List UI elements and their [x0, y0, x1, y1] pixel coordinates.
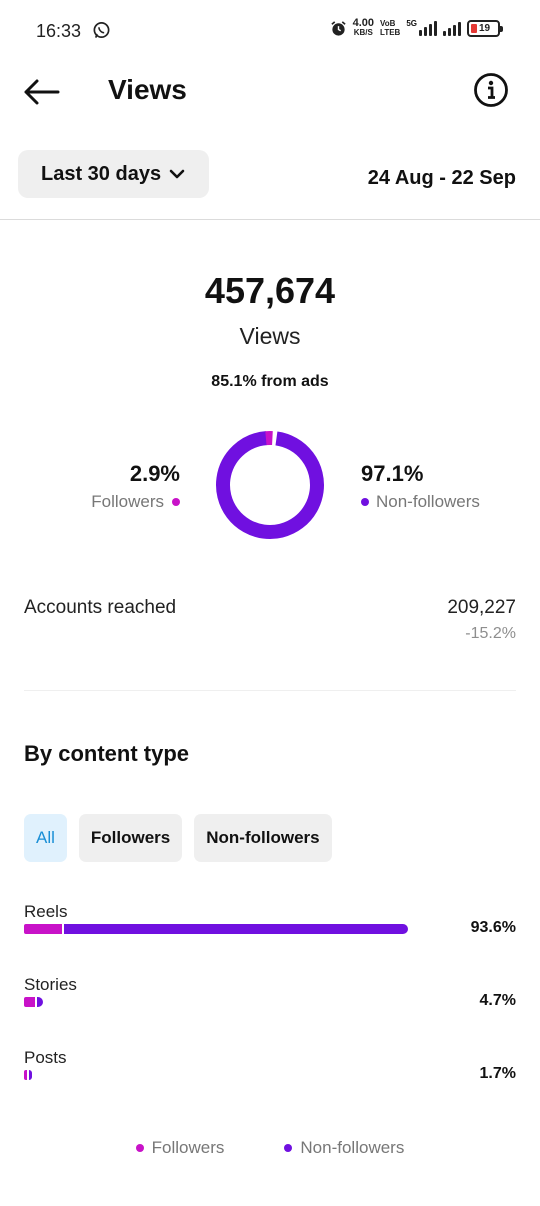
bar-followers-segment: [24, 1070, 27, 1080]
accounts-reached-value: 209,227: [447, 597, 516, 618]
status-time: 16:33: [36, 21, 82, 41]
divider: [0, 219, 540, 220]
content-row-percent: 4.7%: [479, 992, 516, 1009]
legend-label: Followers: [151, 1138, 225, 1157]
divider: [24, 690, 516, 691]
back-button[interactable]: [22, 74, 62, 110]
content-row-stories: Stories 4.7%: [24, 975, 516, 1025]
content-row-posts: Posts 1.7%: [24, 1048, 516, 1098]
donut-non-followers-arc: [216, 431, 324, 540]
content-row-label: Reels: [24, 902, 68, 921]
battery-fill: [471, 23, 477, 33]
chip-all[interactable]: All: [24, 814, 67, 862]
network-speed-value: 4.00: [352, 17, 375, 29]
chevron-down-icon: [169, 169, 185, 179]
signal-label: 5G: [406, 19, 417, 28]
accounts-reached-label: Accounts reached: [24, 597, 177, 618]
volte-indicator: VoB LTEB: [380, 19, 400, 37]
bar-non-followers-segment: [29, 1070, 32, 1080]
signal-icon: 5G: [406, 20, 437, 36]
whatsapp-icon: [93, 22, 110, 39]
ads-share: 85.1% from ads: [211, 373, 329, 390]
non-followers-legend: Non-followers: [361, 492, 480, 512]
status-bar: 16:33 4.00 KB/S VoB LTEB 5G 19: [0, 0, 540, 62]
legend-label: Non-followers: [300, 1138, 405, 1157]
network-speed-unit: KB/S: [353, 28, 373, 37]
network-speed: 4.00 KB/S: [352, 17, 375, 38]
views-label: Views: [239, 323, 301, 349]
accounts-reached-change: -15.2%: [465, 625, 516, 642]
bar-followers-segment: [24, 924, 63, 934]
chip-non-followers[interactable]: Non-followers: [194, 814, 332, 862]
date-range-dropdown[interactable]: Last 30 days: [18, 150, 209, 198]
non-followers-dot: [284, 1144, 293, 1152]
bar-followers-segment: [24, 997, 35, 1007]
section-title: By content type: [24, 741, 190, 766]
non-followers-percent: 97.1%: [361, 461, 424, 486]
followers-legend-label: Followers: [91, 492, 164, 511]
battery-icon: 19: [467, 19, 503, 37]
followers-dot: [135, 1144, 144, 1152]
volte-bottom: LTEB: [380, 28, 401, 37]
followers-dot: [172, 498, 180, 506]
battery-level: 19: [479, 22, 491, 34]
content-row-label: Posts: [24, 1048, 67, 1067]
info-icon[interactable]: [473, 72, 509, 108]
content-row-bar: [24, 924, 408, 934]
content-type-legend: Followers Non-followers: [0, 1138, 540, 1158]
non-followers-legend-label: Non-followers: [376, 492, 480, 511]
bar-non-followers-segment: [64, 924, 408, 934]
volte-top: VoB: [380, 19, 396, 28]
content-row-bar: [24, 1070, 32, 1080]
legend-item-followers: Followers: [135, 1138, 225, 1158]
followers-percent: 2.9%: [129, 461, 180, 486]
content-row-percent: 93.6%: [470, 919, 516, 936]
audience-filter-chips: All Followers Non-followers: [24, 814, 332, 862]
followers-legend: Followers: [0, 492, 180, 512]
signal-icon-2: [443, 20, 461, 36]
non-followers-dot: [361, 498, 369, 506]
page-title: Views: [108, 74, 187, 105]
content-row-label: Stories: [24, 975, 77, 994]
date-range-dropdown-label: Last 30 days: [41, 162, 162, 185]
status-icons: 4.00 KB/S VoB LTEB 5G 19: [330, 17, 503, 38]
bar-non-followers-segment: [36, 997, 44, 1007]
content-row-bar: [24, 997, 44, 1007]
chip-followers[interactable]: Followers: [78, 814, 183, 862]
content-row-percent: 1.7%: [479, 1065, 516, 1082]
total-views: 457,674: [204, 270, 336, 311]
header: Views: [0, 62, 540, 122]
legend-item-non-followers: Non-followers: [284, 1138, 404, 1158]
alarm-icon: [330, 20, 346, 36]
date-range-text: 24 Aug - 22 Sep: [367, 167, 516, 189]
content-row-reels: Reels 93.6%: [24, 902, 516, 952]
filter-row: Last 30 days 24 Aug - 22 Sep: [0, 150, 540, 200]
followers-donut-chart: [216, 431, 324, 540]
